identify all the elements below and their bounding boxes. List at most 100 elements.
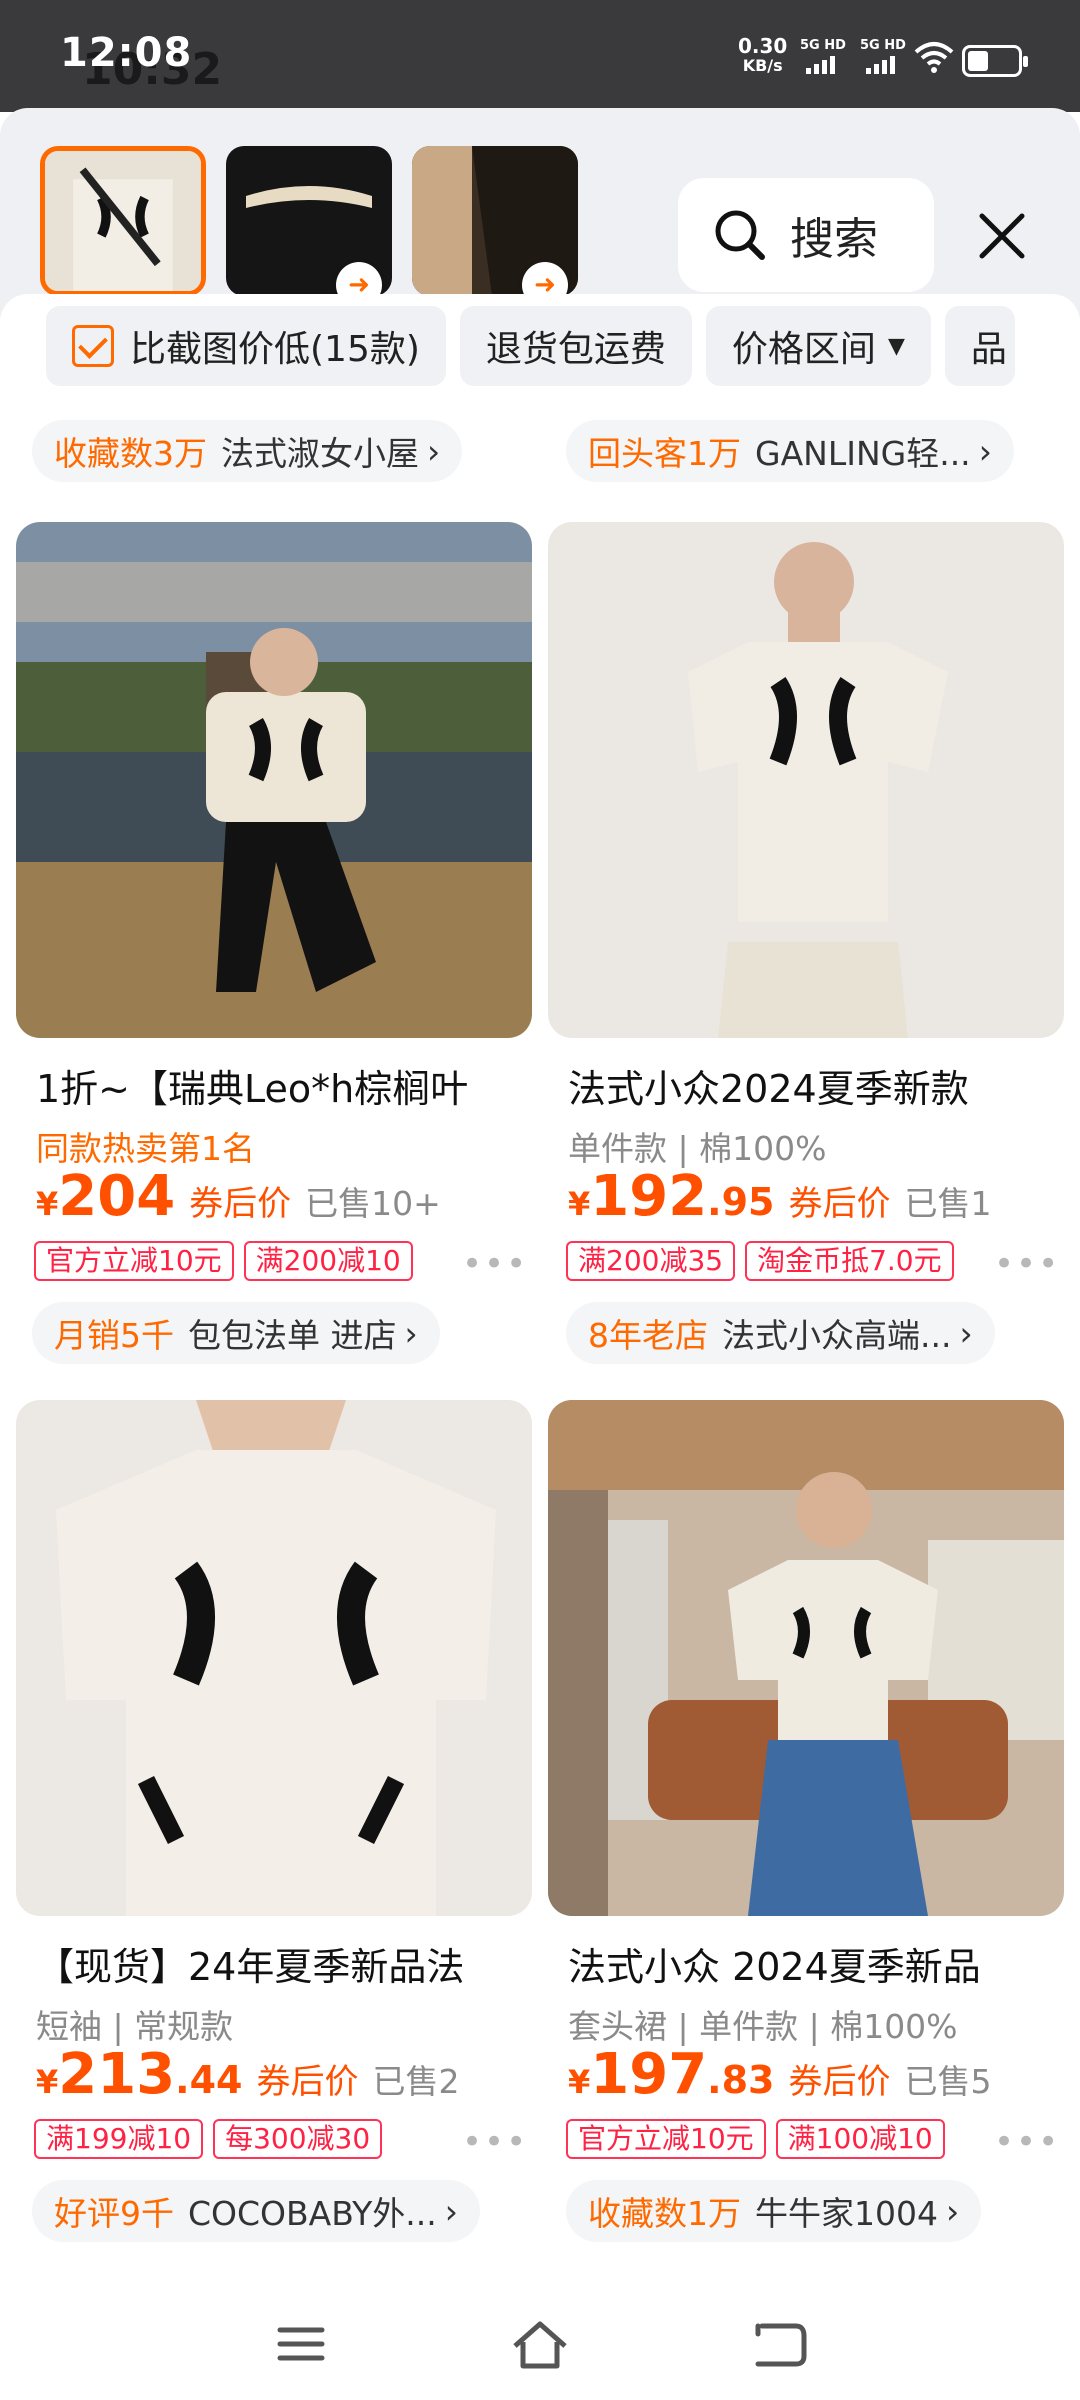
status-bar: 10:32 12:08 0.30 KB/s 5G HD 5G HD xyxy=(0,0,1080,112)
price-integer: 197 xyxy=(590,2042,708,2107)
currency-symbol: ¥ xyxy=(36,1185,59,1223)
shop-row[interactable]: 8年老店 法式小众高端... › xyxy=(566,1302,995,1364)
shop-row[interactable]: 收藏数1万 牛牛家1004 › xyxy=(566,2180,982,2242)
sold-count: 已售2 xyxy=(372,2062,460,2101)
filter-price-range[interactable]: 价格区间 ▼ xyxy=(705,306,931,386)
filter-free-return-shipping[interactable]: 退货包运费 xyxy=(459,306,692,386)
thumbnail-2[interactable]: ➜ xyxy=(226,146,392,296)
price-line: ¥ 192 .95 券后价 已售1 xyxy=(568,1164,992,1229)
shop-name: 法式小众高端... xyxy=(722,1316,952,1355)
system-nav-bar xyxy=(0,2286,1080,2400)
coupon-list: 满200减35 淘金币抵7.0元 xyxy=(566,1241,954,1281)
filter-cheaper-than-screenshot[interactable]: 比截图价低(15款) xyxy=(46,306,446,386)
product-image[interactable] xyxy=(16,522,532,1038)
currency-symbol: ¥ xyxy=(568,1185,591,1223)
shop-row[interactable]: 回头客1万 GANLING轻... › xyxy=(566,420,1014,482)
coupon-list: 满199减10 每300减30 xyxy=(34,2119,383,2159)
price-label: 券后价 xyxy=(788,2062,891,2102)
coupon-list: 官方立减10元 满200减10 xyxy=(34,1241,413,1281)
product-title[interactable]: 1折~【瑞典Leo*h棕榈叶 xyxy=(36,1058,546,1113)
product-subtitle: 短袖 | 常规款 xyxy=(36,2007,234,2046)
chevron-right-icon: › xyxy=(427,431,441,471)
shop-name: COCOBABY外... xyxy=(188,2194,437,2233)
price-label: 券后价 xyxy=(189,1184,292,1224)
product-image[interactable] xyxy=(16,1400,532,1916)
product-photo-1 xyxy=(16,522,532,1038)
chevron-right-icon: › xyxy=(404,1313,418,1353)
shop-row[interactable]: 收藏数3万 法式淑女小屋 › xyxy=(32,420,463,482)
shop-row[interactable]: 好评9千 COCOBABY外... › xyxy=(32,2180,480,2242)
filter-brand[interactable]: 品 xyxy=(944,306,1015,386)
price-line: ¥ 213 .44 券后价 已售2 xyxy=(36,2042,460,2107)
price-line: ¥ 204 券后价 已售10+ xyxy=(36,1164,441,1229)
shop-name: 牛牛家1004 xyxy=(755,2194,938,2233)
caret-down-icon: ▼ xyxy=(887,333,905,359)
search-button[interactable]: 搜索 xyxy=(678,178,934,292)
chevron-right-icon: › xyxy=(945,2191,960,2231)
shop-tag: 好评9千 xyxy=(54,2194,174,2233)
shop-tag: 8年老店 xyxy=(588,1316,708,1355)
product-photo-2 xyxy=(548,522,1064,1038)
status-time: 12:08 xyxy=(60,30,193,76)
hot-rank-badge: 同款热卖第1名 xyxy=(36,1129,255,1168)
shop-name: 法式淑女小屋 xyxy=(221,434,419,473)
sim2-label: 5G HD xyxy=(860,38,906,53)
chevron-right-icon: › xyxy=(978,431,992,471)
home-icon[interactable] xyxy=(505,2314,575,2374)
thumbnail-3[interactable]: ➜ xyxy=(412,146,578,296)
currency-symbol: ¥ xyxy=(36,2063,59,2101)
menu-icon[interactable] xyxy=(266,2314,336,2374)
coupon-badge: 满199减10 xyxy=(34,2119,204,2159)
net-speed: 0.30 KB/s xyxy=(738,36,787,76)
thumbnail-image-1 xyxy=(45,151,201,291)
more-options-icon[interactable]: ••• xyxy=(994,1244,1060,1284)
filter-label: 比截图价低(15款) xyxy=(130,329,420,370)
price-integer: 213 xyxy=(58,2042,176,2107)
coupon-badge: 满100减10 xyxy=(775,2119,945,2159)
shop-tag: 收藏数1万 xyxy=(588,2194,741,2233)
filter-label: 价格区间 xyxy=(731,329,876,370)
price-label: 券后价 xyxy=(788,1184,891,1224)
coupon-badge: 每300减30 xyxy=(213,2119,383,2159)
shop-name: 包包法单 进店 xyxy=(188,1316,397,1355)
product-subtitle: 同款热卖第1名 xyxy=(36,1122,255,1170)
close-icon[interactable] xyxy=(972,206,1032,266)
product-title[interactable]: 【现货】24年夏季新品法 xyxy=(36,1936,546,1991)
shop-tag: 月销5千 xyxy=(54,1316,174,1355)
back-icon[interactable] xyxy=(744,2314,814,2374)
product-subtitle: 套头裙 | 单件款 | 棉100% xyxy=(568,2007,958,2046)
chevron-right-icon: › xyxy=(959,1313,973,1353)
price-integer: 204 xyxy=(58,1164,176,1229)
more-options-icon[interactable]: ••• xyxy=(462,2122,528,2162)
product-photo-4 xyxy=(548,1400,1064,1916)
coupon-badge: 满200减35 xyxy=(566,1241,736,1281)
sold-count: 已售5 xyxy=(904,2062,992,2101)
product-title[interactable]: 法式小众 2024夏季新品 xyxy=(568,1936,1078,1991)
coupon-badge: 官方立减10元 xyxy=(34,1241,234,1281)
product-image[interactable] xyxy=(548,1400,1064,1916)
wifi-icon xyxy=(914,42,954,73)
thumbnail-1[interactable] xyxy=(40,146,206,296)
more-options-icon[interactable]: ••• xyxy=(994,2122,1060,2162)
shop-tag: 收藏数3万 xyxy=(54,434,207,473)
coupon-list: 官方立减10元 满100减10 xyxy=(566,2119,945,2159)
shop-tag: 回头客1万 xyxy=(588,434,741,473)
product-title[interactable]: 法式小众2024夏季新款 xyxy=(568,1058,1078,1113)
shop-row[interactable]: 月销5千 包包法单 进店 › xyxy=(32,1302,440,1364)
more-options-icon[interactable]: ••• xyxy=(462,1244,528,1284)
filter-label: 退货包运费 xyxy=(485,329,666,370)
signal-icon-2 xyxy=(866,56,895,74)
currency-symbol: ¥ xyxy=(568,2063,591,2101)
product-photo-3 xyxy=(16,1400,532,1916)
checkbox-icon xyxy=(72,325,114,367)
price-decimal: .44 xyxy=(175,2058,243,2102)
product-image[interactable] xyxy=(548,522,1064,1038)
search-label: 搜索 xyxy=(790,214,878,265)
coupon-badge: 淘金币抵7.0元 xyxy=(745,1241,954,1281)
price-label: 券后价 xyxy=(256,2062,359,2102)
price-decimal: .83 xyxy=(707,2058,775,2102)
net-speed-value: 0.30 xyxy=(738,34,788,58)
search-icon xyxy=(715,210,765,260)
price-decimal: .95 xyxy=(707,1180,775,1224)
filter-label: 品 xyxy=(970,329,1007,370)
